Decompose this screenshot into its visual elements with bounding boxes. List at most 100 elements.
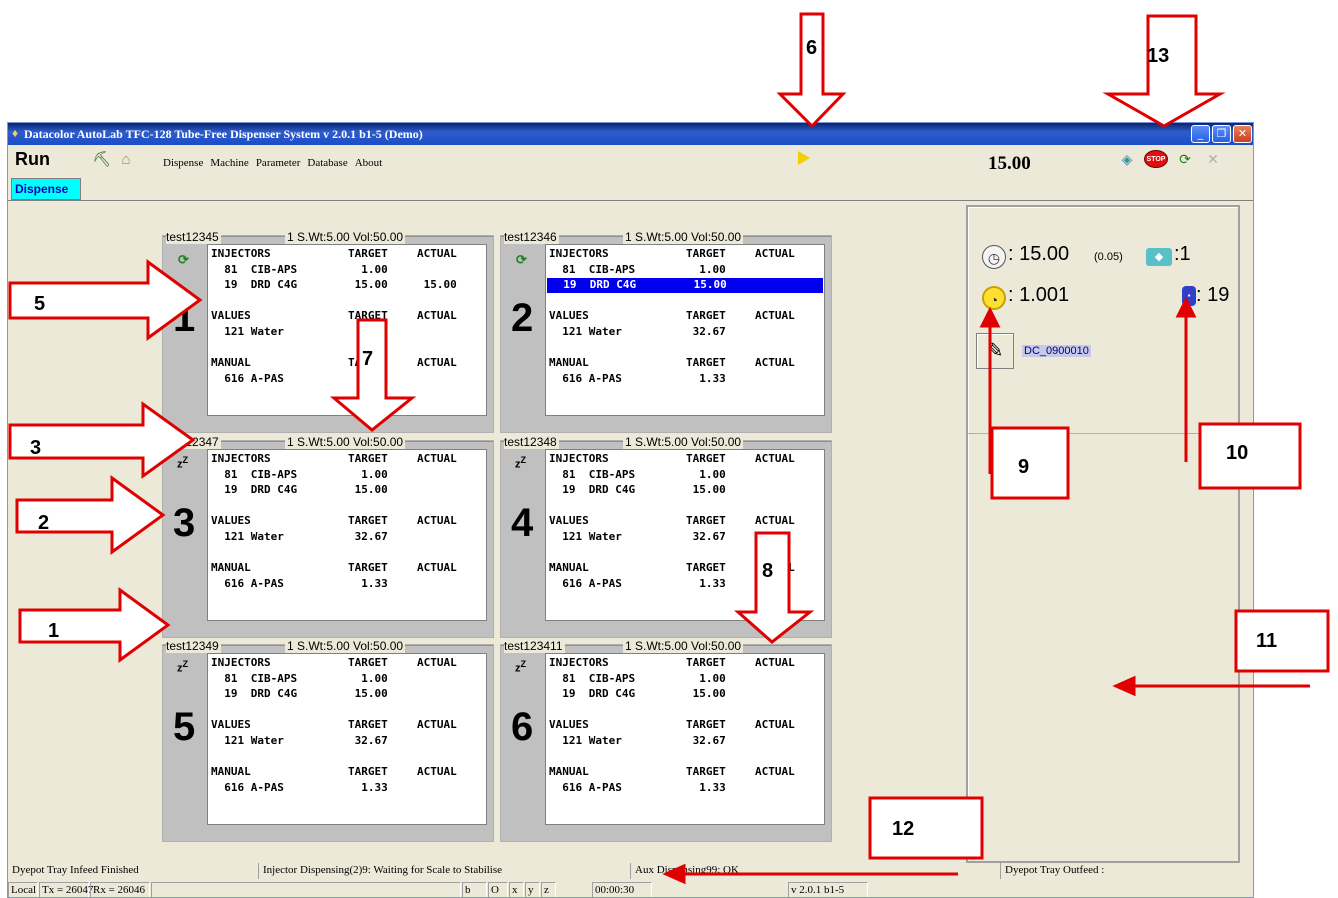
recipe-target: 1.33 (686, 371, 726, 385)
operator-icon[interactable]: ⛏ (92, 151, 112, 169)
dyepot-panel-6[interactable]: test123411 1 S.Wt:5.00 Vol:50.00 zZ 6 INJECT… (500, 639, 832, 842)
recipe-actual: ACTUAL (417, 452, 457, 465)
recipe-target: TARGET (348, 452, 388, 465)
status-b: b (462, 882, 487, 897)
recipe-target: 1.33 (348, 576, 388, 590)
recipe-row (208, 546, 486, 561)
recipe-target: TARGET (686, 718, 726, 732)
recipe-actual: ACTUAL (417, 765, 457, 779)
recipe-target: TARGET (686, 514, 726, 528)
dyepot-recipe-box[interactable]: INJECTORS TARGET ACTUAL 81 CIB-APS 1.00 19… (207, 653, 487, 825)
pen-button[interactable]: ✎ (976, 333, 1014, 369)
recipe-row: 19 DRD C4G 15.00 (208, 687, 486, 702)
dyepot-panel-4[interactable]: test12348 1 S.Wt:5.00 Vol:50.00 zZ 4 INJECTO… (500, 435, 832, 638)
recipe-row: MANUAL TARGET ACTUAL (208, 561, 486, 576)
recipe-item: 121 Water (211, 530, 284, 543)
recipe-target: TARGET (686, 309, 726, 323)
recipe-row: INJECTORS TARGET ACTUAL (546, 247, 824, 262)
dyepot-recipe-box[interactable]: INJECTORS TARGET ACTUAL 81 CIB-APS 1.00 19… (545, 653, 825, 825)
recipe-row (546, 750, 824, 765)
recipe-actual: ACTUAL (417, 514, 457, 528)
tab-divider (8, 200, 1253, 201)
dyepot-weight-volume: 1 S.Wt:5.00 Vol:50.00 (285, 230, 406, 244)
dyepot-panel-5[interactable]: test12349 1 S.Wt:5.00 Vol:50.00 zZ 5 INJECTO… (162, 639, 494, 842)
recipe-target: 1.00 (348, 671, 388, 685)
recipe-actual: ACTUAL (755, 656, 795, 669)
annotation-label-6: 6 (806, 37, 818, 59)
recipe-target: TARGET (348, 656, 388, 669)
current-weight: 15.00 (988, 153, 1031, 174)
menu-item-parameter[interactable]: Parameter (256, 157, 301, 169)
dyepot-recipe-box[interactable]: INJECTORS TARGET ACTUAL 81 CIB-APS 1.00 19… (207, 244, 487, 416)
recipe-item: 19 DRD C4G (549, 483, 636, 497)
dyepot-recipe-box[interactable]: INJECTORS TARGET ACTUAL 81 CIB-APS 1.00 19… (545, 244, 825, 416)
recipe-item: 19 DRD C4G (211, 278, 298, 292)
app-icon: ♦ (12, 126, 19, 140)
recipe-actual: 15.00 (417, 278, 457, 292)
home-icon[interactable]: ⌂ (116, 151, 136, 169)
dyepot-number: 3 (173, 501, 196, 545)
dyepot-recipe-box[interactable]: INJECTORS TARGET ACTUAL 81 CIB-APS 1.00 19… (207, 449, 487, 621)
recipe-row: 19 DRD C4G 15.00 (546, 483, 824, 498)
recipe-actual: ACTUAL (755, 765, 795, 779)
play-icon[interactable] (798, 151, 810, 165)
dyepot-header: test12348 1 S.Wt:5.00 Vol:50.00 (501, 435, 831, 449)
recipe-row: 121 Water 32.67 (546, 530, 824, 545)
menu-item-machine[interactable]: Machine (210, 157, 248, 169)
annotation-label-5: 5 (34, 293, 46, 315)
menu-item-about[interactable]: About (355, 157, 383, 169)
menu-item-database[interactable]: Database (307, 157, 347, 169)
dc-code-label: DC_0900010 (1022, 345, 1091, 357)
dyepot-panel-2[interactable]: test12346 1 S.Wt:5.00 Vol:50.00 ⟳ 2 INJECTOR… (500, 230, 832, 433)
recipe-item: MANUAL (549, 765, 589, 779)
recipe-row: 81 CIB-APS 1.00 (546, 468, 824, 483)
stop-button[interactable]: STOP (1144, 150, 1168, 168)
dyepot-recipe-box[interactable]: INJECTORS TARGET ACTUAL 81 CIB-APS 1.00 19… (545, 449, 825, 621)
recipe-item: 616 A-PAS (549, 371, 622, 385)
recipe-item: INJECTORS (211, 656, 271, 669)
recipe-target: TARGET (348, 718, 388, 732)
dyepot-weight-volume: 1 S.Wt:5.00 Vol:50.00 (623, 230, 744, 244)
dyepot-number: 1 (173, 296, 196, 340)
tab-dispense[interactable]: Dispense (11, 178, 81, 200)
recipe-item: 81 CIB-APS (549, 467, 636, 481)
recipe-row: 19 DRD C4G 15.00 15.00 (208, 278, 486, 293)
recipe-row: VALUES TARGET ACTUAL (208, 718, 486, 733)
tray-icon[interactable]: ◈ (1116, 149, 1138, 169)
cancel-icon[interactable]: ✕ (1202, 149, 1224, 169)
recipe-actual: ACTUAL (755, 356, 795, 370)
dyepot-header: test12346 1 S.Wt:5.00 Vol:50.00 (501, 230, 831, 244)
recipe-item: 616 A-PAS (211, 371, 284, 385)
status-bar-bottom: Local Tx = 26047 Rx = 26046 b O x y z 00… (8, 882, 1253, 897)
recipe-target: 1.33 (686, 780, 726, 794)
recipe-item: 121 Water (549, 325, 622, 338)
refresh-icon: ⟳ (516, 252, 527, 267)
dyepot-panel-1[interactable]: test12345 1 S.Wt:5.00 Vol:50.00 ⟳ 1 INJECTOR… (162, 230, 494, 433)
toolbar-right: ◈ STOP ⟳ ✕ (1116, 149, 1224, 169)
dyepot-panel-3[interactable]: test12347 1 S.Wt:5.00 Vol:50.00 zZ 3 INJECTO… (162, 435, 494, 638)
close-button[interactable]: ✕ (1233, 125, 1252, 143)
maximize-button[interactable]: ❐ (1212, 125, 1231, 143)
recipe-row: MANUAL TARGET ACTUAL (546, 765, 824, 780)
title-bar[interactable]: ♦ Datacolor AutoLab TFC-128 Tube-Free Di… (8, 123, 1253, 145)
reset-icon[interactable]: ⟳ (1174, 149, 1196, 169)
recipe-row: 81 CIB-APS 1.00 (208, 672, 486, 687)
dyepot-header: test12345 1 S.Wt:5.00 Vol:50.00 (163, 230, 493, 244)
recipe-row: INJECTORS TARGET ACTUAL (208, 247, 486, 262)
recipe-target: 1.33 (348, 780, 388, 794)
status-time: 00:00:30 (592, 882, 652, 897)
dyepot-header: test12347 1 S.Wt:5.00 Vol:50.00 (163, 435, 493, 449)
recipe-target: TARGET (348, 561, 388, 575)
dyepot-weight-volume: 1 S.Wt:5.00 Vol:50.00 (623, 435, 744, 449)
menu-item-dispense[interactable]: Dispense (163, 157, 203, 169)
recipe-actual: ACTUAL (755, 514, 795, 528)
recipe-row: 121 Water (208, 325, 486, 340)
recipe-target: 15.00 (348, 687, 388, 701)
recipe-actual: ACTUAL (417, 561, 457, 575)
main-menu: Dispense Machine Parameter Database Abou… (163, 157, 382, 169)
recipe-row: VALUES TARGET ACTUAL (546, 718, 824, 733)
status-x: x (509, 882, 524, 897)
recipe-item: 19 DRD C4G (211, 687, 298, 701)
minimize-button[interactable]: _ (1191, 125, 1210, 143)
recipe-row (208, 750, 486, 765)
